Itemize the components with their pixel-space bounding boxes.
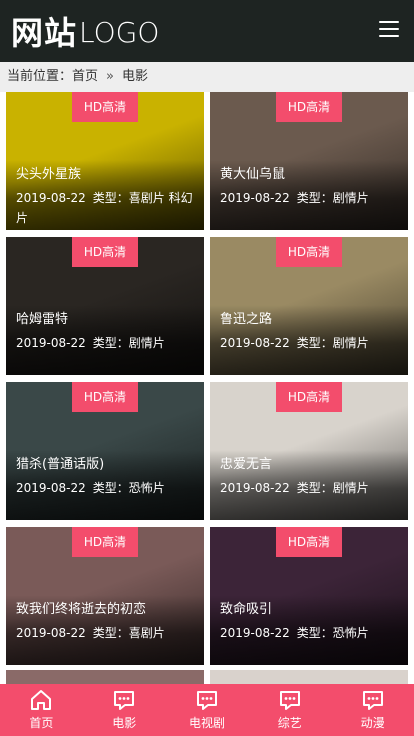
movie-card[interactable]: HD高清哈姆雷特 2019-08-22 类型：剧情片 (6, 237, 204, 375)
hd-badge: HD高清 (72, 382, 138, 412)
tab-tv[interactable]: 电视剧 (166, 684, 249, 736)
movie-card[interactable]: HD高清鲁迅之路 2019-08-22 类型：剧情片 (210, 237, 408, 375)
movie-date: 2019-08-22 (16, 336, 86, 350)
hd-badge: HD高清 (276, 527, 342, 557)
movie-title[interactable]: 黄大仙乌鼠 (220, 166, 402, 184)
movie-title[interactable]: 致命吸引 (220, 601, 402, 619)
movie-type: 类型：剧情片 (92, 336, 165, 350)
movie-card[interactable]: HD高清猎杀(普通话版) 2019-08-22 类型：恐怖片 (6, 382, 204, 520)
movie-meta: 2019-08-22 类型：剧情片 (220, 478, 404, 498)
movie-title[interactable]: 致我们终将逝去的初恋 (16, 601, 198, 619)
chat-bubble-icon (196, 691, 217, 710)
tab-anime[interactable]: 动漫 (331, 684, 414, 736)
chat-bubble-icon (362, 691, 383, 710)
movie-meta: 2019-08-22 类型：剧情片 (220, 333, 404, 353)
breadcrumb-separator: » (106, 69, 114, 84)
home-icon (31, 690, 52, 710)
movie-type: 类型：剧情片 (296, 191, 369, 205)
movie-card-partial-right[interactable] (210, 670, 408, 684)
movie-meta: 2019-08-22 类型：恐怖片 (220, 623, 404, 643)
chat-bubble-icon (279, 691, 300, 710)
movie-card[interactable]: HD高清忠爱无言 2019-08-22 类型：剧情片 (210, 382, 408, 520)
movie-date: 2019-08-22 (16, 191, 86, 205)
movie-card[interactable]: HD高清致我们终将逝去的初恋 2019-08-22 类型：喜剧片 (6, 527, 204, 665)
tab-label: 动漫 (360, 716, 385, 730)
movie-date: 2019-08-22 (220, 191, 290, 205)
bottom-tab-bar: 首页 电影 电视剧 综艺 动漫 (0, 684, 414, 736)
site-logo[interactable]: 网站 LOGO (11, 12, 159, 52)
movie-title[interactable]: 尖头外星族 (16, 166, 198, 184)
movie-meta: 2019-08-22 类型：喜剧片 (16, 623, 200, 643)
hd-badge: HD高清 (276, 382, 342, 412)
movie-type: 类型：剧情片 (296, 481, 369, 495)
hd-badge: HD高清 (276, 237, 342, 267)
tab-label: 首页 (29, 716, 54, 730)
hd-badge: HD高清 (276, 92, 342, 122)
chat-bubble-icon (114, 691, 135, 710)
movie-title[interactable]: 鲁迅之路 (220, 311, 402, 329)
movie-title[interactable]: 哈姆雷特 (16, 311, 198, 329)
movie-title[interactable]: 猎杀(普通话版) (16, 456, 198, 474)
logo-text-en: LOGO (79, 16, 160, 49)
movie-meta: 2019-08-22 类型：剧情片 (16, 333, 200, 353)
movie-card[interactable]: HD高清尖头外星族 2019-08-22 类型：喜剧片 科幻片 (6, 92, 204, 230)
movie-date: 2019-08-22 (16, 481, 86, 495)
movie-meta: 2019-08-22 类型：恐怖片 (16, 478, 200, 498)
movie-type: 类型：恐怖片 (296, 626, 369, 640)
tab-movie[interactable]: 电影 (83, 684, 166, 736)
breadcrumb-home-link[interactable]: 首页 (72, 69, 98, 84)
site-header: 网站 LOGO (0, 0, 414, 62)
logo-text-cn: 网站 (11, 14, 78, 52)
breadcrumb: 当前位置：首页 » 电影 (0, 62, 414, 92)
hd-badge: HD高清 (72, 237, 138, 267)
movie-date: 2019-08-22 (220, 481, 290, 495)
movie-card[interactable]: HD高清黄大仙乌鼠 2019-08-22 类型：剧情片 (210, 92, 408, 230)
breadcrumb-prefix: 当前位置： (7, 69, 73, 84)
tab-home[interactable]: 首页 (0, 684, 83, 736)
movie-date: 2019-08-22 (16, 626, 86, 640)
tab-variety[interactable]: 综艺 (248, 684, 331, 736)
movie-meta: 2019-08-22 类型：喜剧片 科幻片 (16, 188, 200, 228)
hd-badge: HD高清 (72, 92, 138, 122)
movie-type: 类型：恐怖片 (92, 481, 165, 495)
tab-label: 电视剧 (188, 716, 225, 730)
movie-date: 2019-08-22 (220, 626, 290, 640)
movie-card[interactable]: HD高清致命吸引 2019-08-22 类型：恐怖片 (210, 527, 408, 665)
movie-meta: 2019-08-22 类型：剧情片 (220, 188, 404, 208)
movie-date: 2019-08-22 (220, 336, 290, 350)
movie-title[interactable]: 忠爱无言 (220, 456, 402, 474)
movie-card-partial-left[interactable] (6, 670, 204, 684)
tab-label: 综艺 (277, 716, 302, 730)
movie-type: 类型：剧情片 (296, 336, 369, 350)
tab-label: 电影 (112, 716, 137, 730)
movie-type: 类型：喜剧片 (92, 626, 165, 640)
breadcrumb-current: 电影 (122, 69, 149, 84)
hd-badge: HD高清 (72, 527, 138, 557)
hamburger-menu-icon[interactable] (379, 20, 399, 38)
